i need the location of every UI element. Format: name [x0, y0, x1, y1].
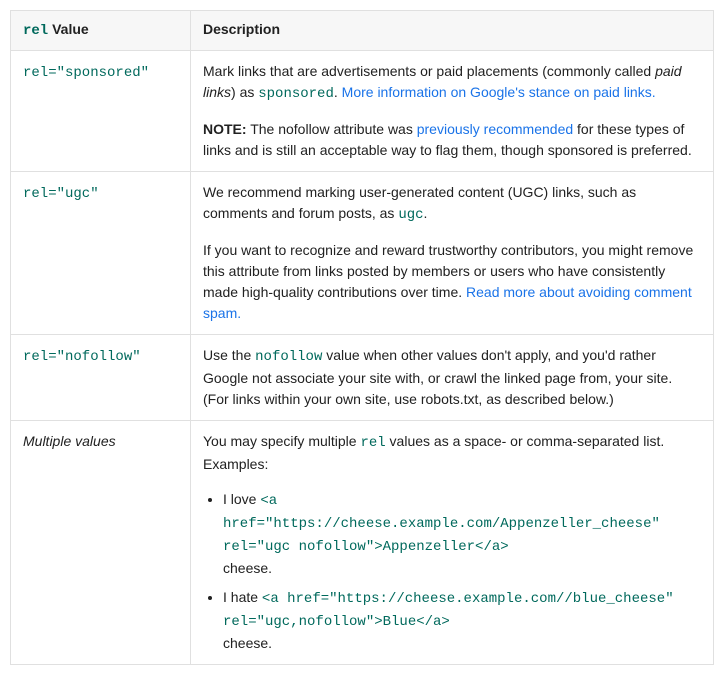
list-item: I hate <a href="https://cheese.example.c… [223, 587, 701, 654]
rel-sponsored-code: rel="sponsored" [23, 65, 149, 81]
multiple-values-label: Multiple values [23, 433, 116, 449]
sponsored-p1: Mark links that are advertisements or pa… [203, 61, 701, 105]
example-code: rel="ugc,nofollow">Blue</a> [223, 612, 701, 633]
sponsored-code: sponsored [258, 86, 334, 102]
table-row: rel="nofollow" Use the nofollow value wh… [11, 335, 714, 421]
multi-p1: You may specify multiple rel values as a… [203, 431, 701, 475]
table-row: rel="ugc" We recommend marking user-gene… [11, 172, 714, 335]
example-code: rel="ugc nofollow">Appenzeller</a> [223, 537, 701, 558]
rel-nofollow-code: rel="nofollow" [23, 349, 141, 365]
ugc-p1: We recommend marking user-generated cont… [203, 182, 701, 226]
header-description: Description [191, 11, 714, 51]
cell-description: We recommend marking user-generated cont… [191, 172, 714, 335]
sponsored-p2: NOTE: The nofollow attribute was previou… [203, 119, 701, 161]
example-code: <a href="https://cheese.example.com/Appe… [223, 493, 660, 532]
header-rel-value: rel Value [11, 11, 191, 51]
nofollow-code: nofollow [255, 349, 322, 365]
paid-links-link[interactable]: More information on Google's stance on p… [342, 84, 656, 100]
note-label: NOTE: [203, 121, 247, 137]
list-item: I love <a href="https://cheese.example.c… [223, 489, 701, 579]
cell-rel-value: rel="sponsored" [11, 51, 191, 172]
table-row: Multiple values You may specify multiple… [11, 421, 714, 665]
table-header-row: rel Value Description [11, 11, 714, 51]
rel-ugc-code: rel="ugc" [23, 186, 99, 202]
cell-description: Mark links that are advertisements or pa… [191, 51, 714, 172]
rel-values-table: rel Value Description rel="sponsored" Ma… [10, 10, 714, 665]
previously-recommended-link[interactable]: previously recommended [417, 121, 573, 137]
example-code: <a href="https://cheese.example.com//blu… [262, 591, 674, 607]
multi-examples-list: I love <a href="https://cheese.example.c… [203, 489, 701, 654]
cell-description: You may specify multiple rel values as a… [191, 421, 714, 665]
ugc-code: ugc [398, 207, 423, 223]
header-rel-code: rel [23, 23, 48, 39]
rel-code: rel [360, 435, 385, 451]
ugc-p2: If you want to recognize and reward trus… [203, 240, 701, 324]
cell-rel-value: Multiple values [11, 421, 191, 665]
cell-rel-value: rel="nofollow" [11, 335, 191, 421]
nofollow-p1: Use the nofollow value when other values… [203, 345, 701, 410]
cell-description: Use the nofollow value when other values… [191, 335, 714, 421]
table-row: rel="sponsored" Mark links that are adve… [11, 51, 714, 172]
cell-rel-value: rel="ugc" [11, 172, 191, 335]
